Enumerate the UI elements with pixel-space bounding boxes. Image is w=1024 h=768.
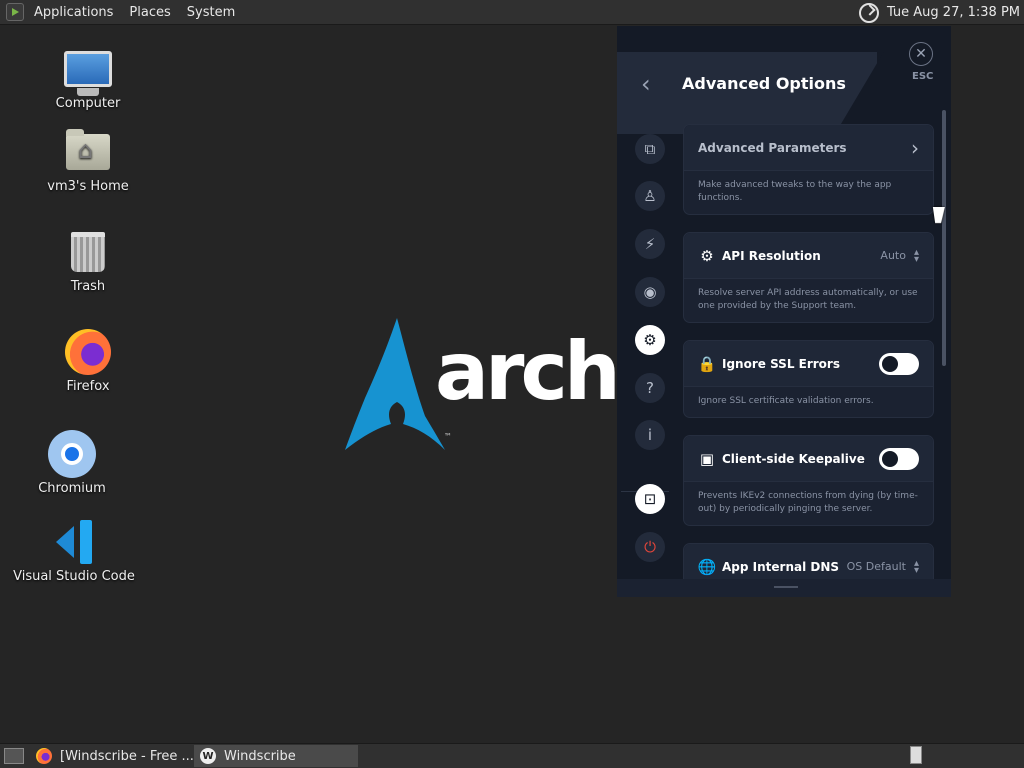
- show-desktop-icon[interactable]: [4, 748, 24, 764]
- computer-icon: [64, 51, 112, 96]
- applications-icon[interactable]: [6, 3, 24, 21]
- windscribe-logo-icon[interactable]: ⊡: [635, 484, 665, 514]
- desktop-icon-computer[interactable]: Computer: [52, 45, 124, 111]
- task-firefox-windscribe[interactable]: [Windscribe - Free ...: [30, 745, 194, 767]
- card-title: API Resolution: [722, 248, 821, 263]
- globe-icon: 🌐: [697, 557, 717, 576]
- update-notifier-icon[interactable]: [858, 2, 879, 23]
- menu-applications[interactable]: Applications: [26, 0, 121, 24]
- card-title: App Internal DNS: [722, 559, 840, 574]
- desktop-icon-label: Computer: [55, 96, 121, 111]
- card-title: Ignore SSL Errors: [722, 356, 840, 371]
- info-icon[interactable]: i: [635, 420, 665, 450]
- card-description: Ignore SSL certificate validation errors…: [698, 396, 874, 406]
- windscribe-icon: W: [200, 748, 216, 764]
- robert-icon[interactable]: ◉: [635, 277, 665, 307]
- pulse-icon: ▣: [699, 449, 715, 468]
- home-folder-icon: [66, 129, 110, 170]
- card-description: Prevents IKEv2 connections from dying (b…: [698, 491, 918, 514]
- menu-system[interactable]: System: [179, 0, 243, 24]
- menu-places[interactable]: Places: [121, 0, 178, 24]
- ignore-ssl-toggle[interactable]: [879, 352, 919, 375]
- scrollbar[interactable]: [942, 110, 946, 366]
- trash-icon: [71, 232, 105, 272]
- connection-icon[interactable]: ⧉: [635, 134, 665, 164]
- workspace-switcher[interactable]: [910, 746, 922, 764]
- gear-icon[interactable]: ⚙: [635, 325, 665, 355]
- gear-small-icon: ⚙: [700, 246, 714, 265]
- card-keepalive: ▣ Client-side Keepalive Prevents IKEv2 c…: [683, 435, 934, 526]
- desktop-icon-label: vm3's Home: [47, 179, 129, 194]
- chromium-icon: [48, 430, 96, 478]
- keepalive-toggle[interactable]: [879, 447, 919, 470]
- desktop-icon-label: Trash: [70, 279, 106, 294]
- chevron-right-icon: ›: [911, 135, 919, 160]
- desktop-icon-home[interactable]: vm3's Home: [40, 128, 136, 194]
- bottom-taskbar: [Windscribe - Free ... W Windscribe: [0, 743, 1024, 768]
- ws-sidebar: ⧉ ♙ ⚡ ◉ ⚙ ? i ⊡ ⏻: [617, 134, 677, 597]
- updown-chevron-icon[interactable]: ▴ ▾: [914, 558, 919, 575]
- options-list: Advanced Parameters › Make advanced twea…: [681, 124, 937, 579]
- windscribe-window: ‹ Advanced Options ✕ ESC ⧉ ♙ ⚡ ◉ ⚙ ? i ⊡…: [617, 26, 951, 597]
- card-title: Advanced Parameters: [698, 140, 847, 155]
- card-advanced-parameters[interactable]: Advanced Parameters › Make advanced twea…: [683, 124, 934, 215]
- resize-grip[interactable]: [774, 586, 798, 588]
- power-icon[interactable]: ⏻: [635, 532, 665, 562]
- trademark: ™: [444, 432, 452, 441]
- help-icon[interactable]: ?: [635, 373, 665, 403]
- mouse-cursor-icon: [932, 207, 948, 223]
- lock-warning-icon: 🔒: [697, 354, 717, 373]
- card-title: Client-side Keepalive: [722, 451, 865, 466]
- firefox-icon: [36, 748, 52, 764]
- panel-tray: Tue Aug 27, 1:38 PM: [858, 0, 1024, 25]
- card-ignore-ssl: 🔒 Ignore SSL Errors Ignore SSL certifica…: [683, 340, 934, 418]
- task-windscribe[interactable]: W Windscribe: [194, 745, 358, 767]
- dns-select[interactable]: OS Default: [847, 560, 906, 573]
- card-api-resolution: ⚙ API Resolution Auto ▴ ▾ Resolve server …: [683, 232, 934, 323]
- desktop-icon-label: Visual Studio Code: [13, 569, 135, 584]
- desktop-icon-trash[interactable]: Trash: [52, 228, 124, 294]
- task-label: [Windscribe - Free ...: [60, 748, 194, 764]
- page-title: Advanced Options: [682, 74, 846, 93]
- close-icon[interactable]: ✕: [909, 42, 933, 66]
- card-description: Resolve server API address automatically…: [698, 288, 918, 311]
- desktop-icon-label: Firefox: [66, 379, 110, 394]
- plug-icon[interactable]: ⚡: [635, 229, 665, 259]
- firefox-icon: [65, 329, 111, 375]
- desktop-icon-label: Chromium: [38, 481, 106, 496]
- vscode-icon: [52, 520, 96, 564]
- desktop-icon-firefox[interactable]: Firefox: [52, 328, 124, 394]
- card-app-internal-dns: 🌐 App Internal DNS OS Default ▴ ▾: [683, 543, 934, 579]
- ws-header: [617, 52, 877, 134]
- card-description: Make advanced tweaks to the way the app …: [698, 180, 892, 203]
- desktop-icon-vscode[interactable]: Visual Studio Code: [10, 518, 138, 584]
- ws-footer: [617, 579, 951, 597]
- panel-menu: Applications Places System: [0, 0, 243, 24]
- account-icon[interactable]: ♙: [635, 181, 665, 211]
- api-resolution-select[interactable]: Auto: [880, 249, 906, 262]
- back-chevron-icon[interactable]: ‹: [641, 70, 651, 98]
- esc-label: ESC: [912, 71, 934, 82]
- top-panel: Applications Places System Tue Aug 27, 1…: [0, 0, 1024, 25]
- task-label: Windscribe: [224, 748, 296, 764]
- updown-chevron-icon[interactable]: ▴ ▾: [914, 247, 919, 264]
- clock[interactable]: Tue Aug 27, 1:38 PM: [887, 5, 1020, 20]
- arch-wordmark: archlinux: [435, 325, 618, 418]
- desktop-icon-chromium[interactable]: Chromium: [36, 430, 108, 496]
